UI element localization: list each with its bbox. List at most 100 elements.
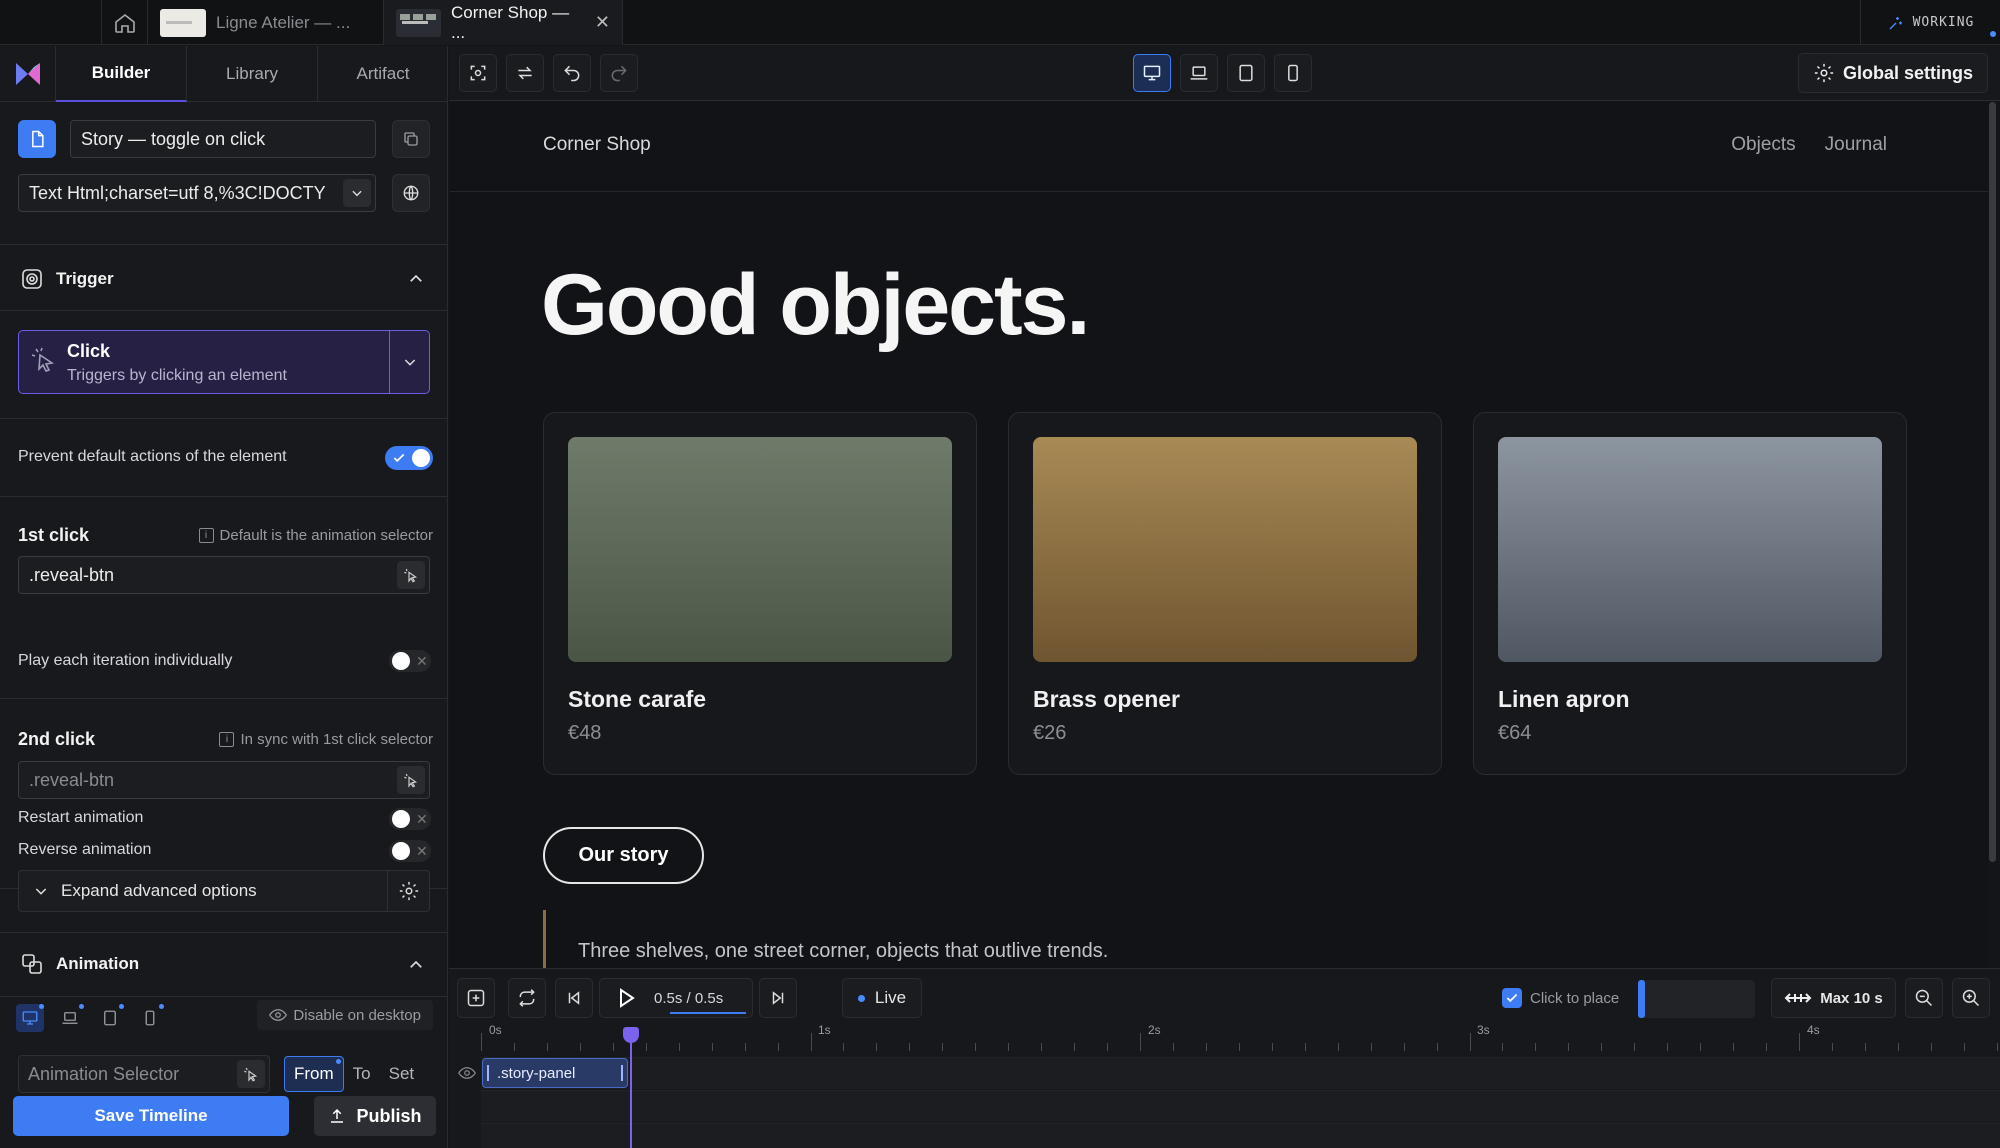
tab-artifact[interactable]: Artifact (318, 46, 447, 102)
logo-icon (15, 63, 40, 85)
preview-mobile-button[interactable] (1274, 54, 1312, 92)
restart-toggle[interactable]: ✕ (389, 808, 431, 830)
zoom-out-button[interactable] (1905, 978, 1943, 1018)
timeline-track[interactable] (481, 1123, 2000, 1148)
pick-element-icon[interactable] (397, 561, 425, 589)
zoom-in-button[interactable] (1952, 978, 1990, 1018)
trigger-dropdown-button[interactable] (389, 331, 429, 393)
loop-button[interactable] (508, 978, 546, 1018)
story-quote: Three shelves, one street corner, object… (578, 940, 1109, 962)
playback-control[interactable]: 0.5s / 0.5s (599, 978, 753, 1018)
pick-element-icon[interactable] (237, 1060, 265, 1088)
chevron-up-icon[interactable] (407, 270, 425, 288)
close-icon[interactable]: ✕ (595, 12, 610, 33)
animation-selector-input[interactable]: Animation Selector (18, 1055, 270, 1093)
animation-device-row (16, 1004, 164, 1032)
preview-scrollbar[interactable] (1989, 102, 1996, 862)
max-duration-button[interactable]: Max 10 s (1771, 978, 1896, 1018)
timeline-track[interactable] (481, 1090, 2000, 1122)
product-image (568, 437, 952, 662)
device-desktop-button[interactable] (16, 1004, 44, 1032)
restart-label: Restart animation (18, 809, 144, 826)
save-timeline-button[interactable]: Save Timeline (13, 1096, 289, 1136)
chevron-up-icon[interactable] (407, 956, 425, 974)
trigger-section-header[interactable]: Trigger (20, 267, 114, 291)
click-to-place-control[interactable]: Click to place (1502, 988, 1619, 1008)
publish-button[interactable]: Publish (314, 1096, 436, 1136)
mode-from-button[interactable]: From (284, 1056, 344, 1092)
click-to-place-checkbox[interactable] (1502, 988, 1522, 1008)
focus-button[interactable] (459, 54, 497, 92)
story-type-button[interactable] (18, 120, 56, 158)
animation-section-header[interactable]: Animation (20, 952, 139, 976)
disable-on-desktop-button[interactable]: Disable on desktop (257, 1000, 433, 1030)
mode-to-button[interactable]: To (344, 1056, 380, 1092)
trigger-type-select[interactable]: Click Triggers by clicking an element (18, 330, 430, 394)
preview-laptop-button[interactable] (1180, 54, 1218, 92)
advanced-settings-button[interactable] (387, 871, 429, 911)
tab-corner-shop[interactable]: Corner Shop — ... ✕ (383, 0, 623, 45)
product-card[interactable]: Brass opener €26 (1008, 412, 1442, 775)
second-click-hint-text: In sync with 1st click selector (240, 731, 433, 748)
live-toggle[interactable]: Live (842, 978, 922, 1018)
animation-clip[interactable]: .story-panel (482, 1058, 628, 1088)
upload-icon (331, 1108, 344, 1123)
page-url-value: Text Html;charset=utf 8,%3C!DOCTY (29, 182, 326, 203)
our-story-button[interactable]: Our story (543, 827, 704, 884)
chevron-down-icon[interactable] (343, 179, 371, 207)
timeline-zoom-slider[interactable] (1638, 980, 1755, 1018)
mode-set-button[interactable]: Set (380, 1056, 424, 1092)
duplicate-button[interactable] (392, 120, 430, 158)
device-laptop-button[interactable] (56, 1004, 84, 1032)
laptop-icon (62, 1012, 78, 1024)
preview-desktop-button[interactable] (1133, 54, 1171, 92)
second-click-selector-input[interactable]: .reveal-btn (18, 761, 430, 799)
reverse-toggle[interactable]: ✕ (389, 840, 431, 862)
expand-advanced-button[interactable]: Expand advanced options (18, 870, 430, 912)
global-settings-button[interactable]: Global settings (1797, 53, 1988, 93)
ruler-tick (1404, 1043, 1405, 1051)
pick-element-icon[interactable] (397, 766, 425, 794)
device-tablet-button[interactable] (96, 1004, 124, 1032)
page-url-select[interactable]: Text Html;charset=utf 8,%3C!DOCTY (18, 174, 376, 212)
first-click-selector-input[interactable]: .reveal-btn (18, 556, 430, 594)
canvas-toolbar: Global settings (449, 46, 2000, 101)
product-card[interactable]: Stone carafe €48 (543, 412, 977, 775)
playhead-handle[interactable] (623, 1027, 639, 1043)
device-mobile-button[interactable] (136, 1004, 164, 1032)
add-track-button[interactable] (457, 978, 495, 1018)
app-logo[interactable] (0, 46, 56, 102)
prevent-default-toggle[interactable] (385, 446, 433, 470)
eye-icon[interactable] (458, 1067, 476, 1079)
tab-ligne-atelier[interactable]: Ligne Atelier — ... (147, 0, 383, 45)
undo-button[interactable] (553, 54, 591, 92)
globe-button[interactable] (392, 174, 430, 212)
toggle-knob (392, 842, 410, 860)
timeline-track[interactable] (481, 1057, 2000, 1089)
clip-handle-left[interactable] (487, 1065, 489, 1081)
preview-tablet-button[interactable] (1227, 54, 1265, 92)
redo-button[interactable] (600, 54, 638, 92)
ruler-tick (1535, 1043, 1536, 1051)
skip-back-button[interactable] (555, 978, 593, 1018)
story-name-input[interactable]: Story — toggle on click (70, 120, 376, 158)
divider (0, 698, 447, 699)
product-card[interactable]: Linen apron €64 (1473, 412, 1907, 775)
tab-library[interactable]: Library (187, 46, 318, 102)
clip-handle-right[interactable] (621, 1065, 623, 1081)
swap-button[interactable] (506, 54, 544, 92)
skip-forward-button[interactable] (759, 978, 797, 1018)
play-each-toggle[interactable]: ✕ (389, 650, 431, 672)
site-brand[interactable]: Corner Shop (543, 134, 651, 156)
tab-builder[interactable]: Builder (56, 46, 187, 102)
product-price: €48 (568, 722, 602, 744)
info-icon: i (219, 732, 235, 747)
home-button[interactable] (101, 0, 147, 45)
zoom-slider-handle[interactable] (1638, 980, 1645, 1018)
nav-link-journal[interactable]: Journal (1825, 134, 1887, 156)
timeline-ruler[interactable]: 0s 1s 2s 3s 4s (481, 1021, 2000, 1051)
loop-icon (519, 989, 535, 1007)
playhead[interactable] (630, 1029, 632, 1148)
ruler-tick (481, 1033, 482, 1051)
nav-link-objects[interactable]: Objects (1731, 134, 1795, 156)
